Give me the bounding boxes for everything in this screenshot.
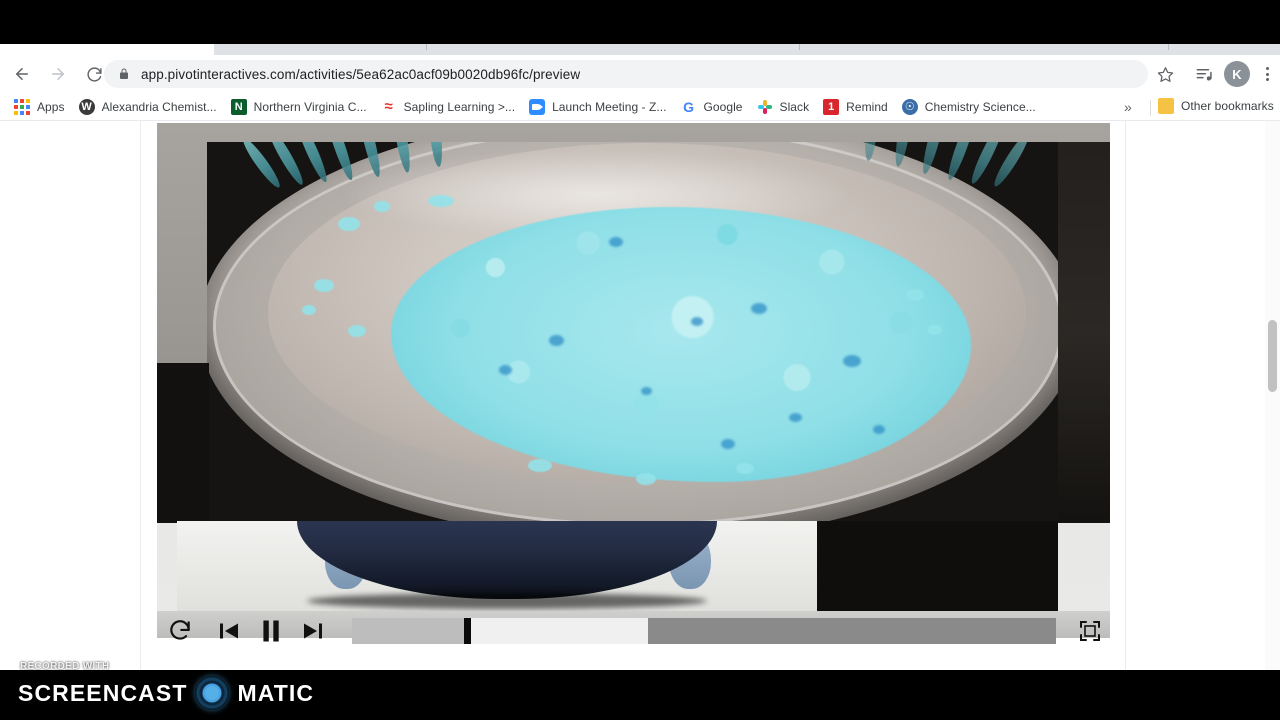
bookmark-label: Launch Meeting - Z... [552,99,667,114]
bookmark-label: Sapling Learning >... [403,99,516,114]
bookmark-item-slack[interactable]: Slack [751,96,818,118]
powder-crumb [338,217,360,231]
powder-crumb [528,459,552,472]
canvas-icon: N [230,98,247,115]
powder-crumb [348,325,366,337]
video-player[interactable] [157,123,1110,638]
reading-list-icon[interactable] [1191,61,1217,87]
back-button[interactable] [8,60,36,88]
bookmark-item-google[interactable]: G Google [675,96,751,118]
video-controls [157,599,1110,662]
bookmark-label: Remind [846,99,888,114]
video-progress-bar[interactable] [352,617,1056,644]
next-frame-icon[interactable] [296,611,330,651]
bookmark-item-launch-meeting-zoom[interactable]: Launch Meeting - Z... [523,96,674,118]
page-scrollbar[interactable] [1265,121,1280,670]
powder-crumb [302,305,316,315]
video-dark-backdrop [207,142,1058,523]
bookmark-apps-label: Apps [37,99,65,114]
pause-icon[interactable] [252,611,290,651]
pie-pan-rim [213,142,1058,523]
forward-button[interactable] [44,60,72,88]
powder-crumb [314,279,334,292]
lock-icon [118,67,130,81]
bookmark-label: Slack [779,99,810,114]
screen-root: app.pivotinteractives.com/activities/5ea… [0,0,1280,720]
bookmark-item-sapling-learning[interactable]: ≈ Sapling Learning >... [375,96,523,118]
bookmark-apps[interactable]: Apps [8,96,73,118]
watermark-brand-left: SCREENCAST [18,679,188,706]
more-vertical-icon[interactable] [1259,61,1275,87]
page-left-divider [140,121,141,670]
star-icon[interactable] [1152,61,1178,87]
remind-icon: 1 [823,98,840,115]
bookmark-item-remind[interactable]: 1 Remind [817,96,896,118]
browser-window: app.pivotinteractives.com/activities/5ea… [0,0,1280,670]
bookmark-label: Google [703,99,743,114]
progress-played [352,617,465,644]
bookmark-item-northern-virginia[interactable]: N Northern Virginia C... [225,96,375,118]
previous-frame-icon[interactable] [212,611,246,651]
screencast-o-matic-logo-icon [195,676,230,710]
bookmark-label: Alexandria Chemist... [101,99,217,114]
video-left-dark-area [157,363,209,523]
bookmarks-divider [1150,100,1151,116]
powder-crumb [906,289,924,301]
watermark-brand-right: MATIC [237,679,315,706]
replay-icon[interactable] [160,611,200,651]
profile-avatar[interactable]: K [1224,61,1250,87]
zoom-icon [529,98,546,115]
slack-icon [757,99,773,115]
bookmark-other-bookmarks[interactable]: Other bookmarks [1158,98,1274,114]
recorded-with-label: RECORDED WITH [20,661,110,672]
page-right-divider [1125,121,1126,670]
google-icon: G [683,98,694,115]
powder-crumb [636,473,656,485]
progress-scrubber-handle[interactable] [463,617,471,644]
powder-crumb [736,463,754,474]
letterbox-top [0,0,1280,44]
globe-icon: ☉ [901,98,918,115]
address-bar[interactable]: app.pivotinteractives.com/activities/5ea… [104,60,1148,88]
video-right-dark-area [1058,142,1110,523]
fullscreen-icon[interactable] [1070,611,1110,651]
scrollbar-thumb[interactable] [1268,320,1277,392]
sapling-icon: ≈ [384,97,393,115]
logo-dot [205,686,220,700]
bookmark-label: Chemistry Science... [924,99,1036,114]
bookmark-label: Northern Virginia C... [253,99,367,114]
bookmark-item-alexandria-chemistry[interactable]: W Alexandria Chemist... [73,96,225,118]
bookmarks-overflow-button[interactable]: » [1124,99,1132,115]
page-content [0,121,1280,670]
screencast-o-matic-watermark: SCREENCAST MATIC [18,676,314,710]
powder-crumb [374,201,390,212]
video-frame [157,123,1110,638]
bookmarks-bar: Apps W Alexandria Chemist... N Northern … [0,93,1280,121]
lab-dark-right [817,521,1058,611]
bookmark-item-chemistry-science[interactable]: ☉ Chemistry Science... [896,96,1044,118]
url-text: app.pivotinteractives.com/activities/5ea… [141,66,581,82]
other-bookmarks-label: Other bookmarks [1181,99,1274,113]
progress-unbuffered [647,617,1056,644]
folder-icon [1158,98,1174,114]
powder-crumb [428,195,454,207]
powder-crumb [928,325,942,335]
wordpress-icon: W [78,98,95,115]
apps-grid-icon [14,98,30,115]
